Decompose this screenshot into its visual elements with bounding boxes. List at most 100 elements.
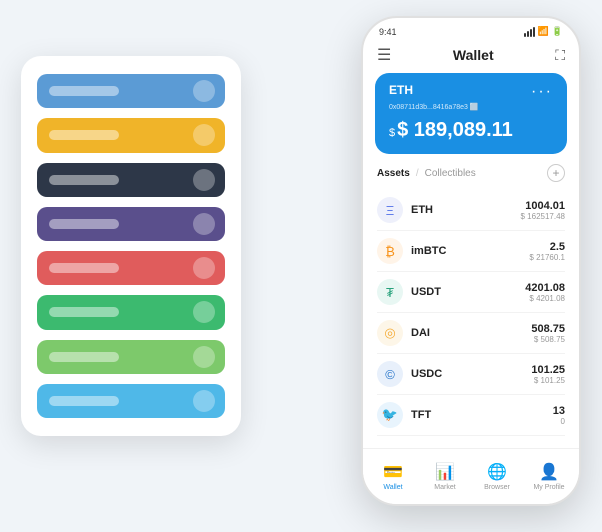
asset-left: ◎ DAI	[377, 320, 430, 346]
tab-collectibles[interactable]: Collectibles	[425, 168, 476, 179]
bar-inner	[49, 175, 119, 185]
currency-symbol: $	[389, 127, 395, 139]
asset-list: Ξ ETH 1004.01 $ 162517.48 ₿ imBTC 2.5 $ …	[363, 190, 579, 436]
asset-icon-dai: ◎	[377, 320, 403, 346]
asset-icon-tft: 🐦	[377, 402, 403, 428]
nav-item-browser[interactable]: 🌐 Browser	[471, 462, 523, 491]
phone-content: 9:41 📶 🔋 ☰ Wallet ⛶	[363, 18, 579, 448]
asset-name-eth: ETH	[411, 204, 433, 216]
asset-usd: $ 4201.08	[525, 294, 565, 303]
asset-values: 4201.08 $ 4201.08	[525, 282, 565, 303]
asset-amount: 1004.01	[521, 200, 566, 212]
wifi-icon: 📶	[538, 26, 549, 37]
color-bar-dark	[37, 163, 225, 197]
asset-left: ₿ imBTC	[377, 238, 446, 264]
nav-icon-browser: 🌐	[487, 462, 507, 482]
asset-amount: 4201.08	[525, 282, 565, 294]
scan-icon[interactable]: ⛶	[555, 47, 565, 64]
asset-row-imbtc[interactable]: ₿ imBTC 2.5 $ 21760.1	[377, 231, 565, 272]
bar-icon	[193, 257, 215, 279]
bar-inner	[49, 263, 119, 273]
page-title: Wallet	[453, 47, 494, 63]
add-asset-button[interactable]: +	[547, 164, 565, 182]
bar-icon	[193, 169, 215, 191]
bar-inner	[49, 396, 119, 406]
nav-item-my-profile[interactable]: 👤 My Profile	[523, 462, 575, 491]
wallet-card-amount: $$ 189,089.11	[389, 119, 553, 142]
asset-row-eth[interactable]: Ξ ETH 1004.01 $ 162517.48	[377, 190, 565, 231]
scene: 9:41 📶 🔋 ☰ Wallet ⛶	[21, 16, 581, 516]
asset-name-usdt: USDT	[411, 286, 441, 298]
asset-amount: 2.5	[529, 241, 565, 253]
bar-icon	[193, 124, 215, 146]
asset-usd: $ 162517.48	[521, 212, 566, 221]
asset-row-usdt[interactable]: ₮ USDT 4201.08 $ 4201.08	[377, 272, 565, 313]
bar-icon	[193, 80, 215, 102]
battery-icon: 🔋	[552, 26, 563, 37]
asset-name-imbtc: imBTC	[411, 245, 446, 257]
asset-usd: $ 101.25	[531, 376, 565, 385]
left-panel	[21, 56, 241, 436]
wallet-card-label: ETH	[389, 83, 413, 97]
wallet-card-options[interactable]: ···	[531, 83, 553, 101]
asset-icon-usdc: ©	[377, 361, 403, 387]
nav-item-market[interactable]: 📊 Market	[419, 462, 471, 491]
bar-icon	[193, 346, 215, 368]
tab-divider: /	[416, 168, 419, 179]
bar-icon	[193, 390, 215, 412]
asset-values: 508.75 $ 508.75	[531, 323, 565, 344]
asset-left: © USDC	[377, 361, 442, 387]
asset-icon-eth: Ξ	[377, 197, 403, 223]
asset-amount: 508.75	[531, 323, 565, 335]
bar-inner	[49, 130, 119, 140]
wallet-card-address: 0x08711d3b...8416a78e3 ⬜	[389, 103, 553, 111]
color-bar-skyblue	[37, 384, 225, 418]
asset-row-tft[interactable]: 🐦 TFT 13 0	[377, 395, 565, 436]
asset-left: 🐦 TFT	[377, 402, 431, 428]
bottom-nav: 💳 Wallet 📊 Market 🌐 Browser 👤 My Profile	[363, 448, 579, 504]
status-icons: 📶 🔋	[524, 26, 563, 37]
phone-mockup: 9:41 📶 🔋 ☰ Wallet ⛶	[361, 16, 581, 506]
phone-header: ☰ Wallet ⛶	[363, 41, 579, 73]
asset-icon-imbtc: ₿	[377, 238, 403, 264]
wallet-card-top: ETH ···	[389, 83, 553, 101]
asset-values: 101.25 $ 101.25	[531, 364, 565, 385]
asset-row-usdc[interactable]: © USDC 101.25 $ 101.25	[377, 354, 565, 395]
nav-label-wallet: Wallet	[383, 484, 402, 491]
nav-icon-market: 📊	[435, 462, 455, 482]
asset-icon-usdt: ₮	[377, 279, 403, 305]
wallet-card: ETH ··· 0x08711d3b...8416a78e3 ⬜ $$ 189,…	[375, 73, 567, 154]
asset-name-usdc: USDC	[411, 368, 442, 380]
nav-label-browser: Browser	[484, 484, 510, 491]
nav-icon-wallet: 💳	[383, 462, 403, 482]
bar-icon	[193, 301, 215, 323]
bar-icon	[193, 213, 215, 235]
color-bar-blue	[37, 74, 225, 108]
nav-item-wallet[interactable]: 💳 Wallet	[367, 462, 419, 491]
asset-values: 2.5 $ 21760.1	[529, 241, 565, 262]
asset-name-tft: TFT	[411, 409, 431, 421]
asset-left: ₮ USDT	[377, 279, 441, 305]
asset-usd: $ 508.75	[531, 335, 565, 344]
asset-usd: 0	[553, 417, 565, 426]
asset-values: 13 0	[553, 405, 565, 426]
asset-amount: 13	[553, 405, 565, 417]
asset-values: 1004.01 $ 162517.48	[521, 200, 566, 221]
tab-assets[interactable]: Assets	[377, 168, 410, 179]
asset-usd: $ 21760.1	[529, 253, 565, 262]
assets-header: Assets / Collectibles +	[363, 164, 579, 190]
menu-icon[interactable]: ☰	[377, 45, 391, 65]
assets-tabs: Assets / Collectibles	[377, 168, 476, 179]
asset-name-dai: DAI	[411, 327, 430, 339]
nav-label-my-profile: My Profile	[533, 484, 564, 491]
color-bar-yellow	[37, 118, 225, 152]
bar-inner	[49, 307, 119, 317]
color-bar-purple	[37, 207, 225, 241]
asset-row-dai[interactable]: ◎ DAI 508.75 $ 508.75	[377, 313, 565, 354]
nav-label-market: Market	[434, 484, 455, 491]
color-bar-red	[37, 251, 225, 285]
color-bar-lightgreen	[37, 340, 225, 374]
signal-icon	[524, 27, 535, 37]
bar-inner	[49, 86, 119, 96]
status-time: 9:41	[379, 27, 397, 37]
